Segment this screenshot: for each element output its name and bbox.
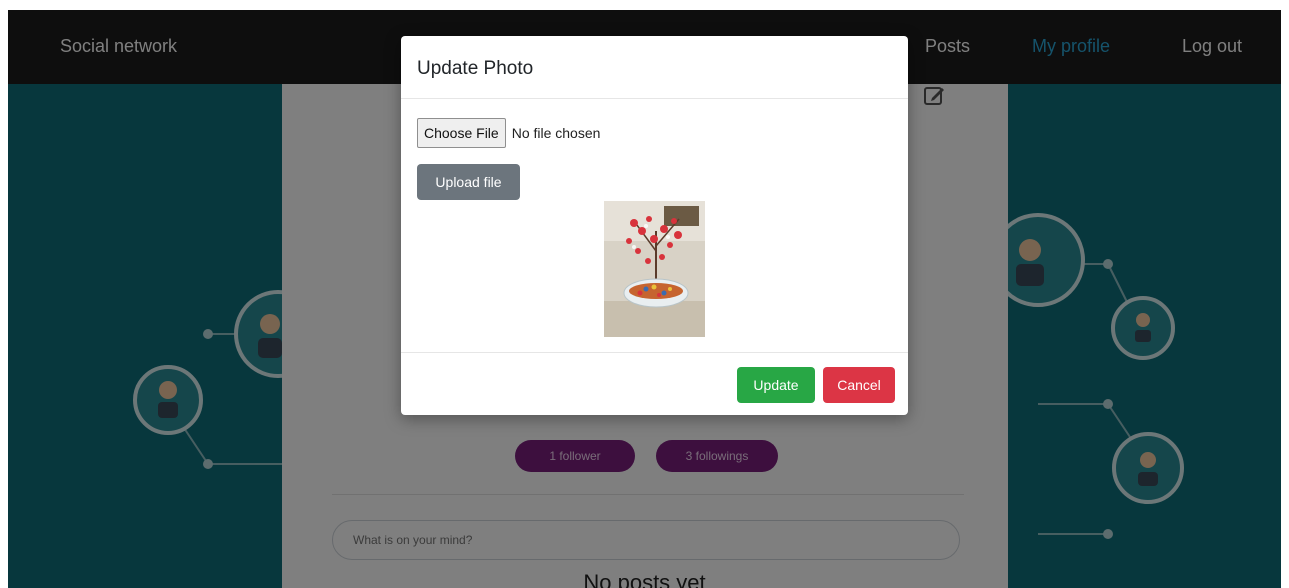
file-input: Choose File No file chosen [417, 118, 600, 148]
file-status-text: No file chosen [511, 125, 601, 141]
update-button[interactable]: Update [737, 367, 815, 403]
upload-file-button[interactable]: Upload file [417, 164, 520, 200]
choose-file-button[interactable]: Choose File [417, 118, 506, 148]
modal-footer: Update Cancel [401, 352, 908, 415]
photo-preview-image [604, 201, 705, 337]
modal-header: Update Photo [401, 36, 908, 99]
modal-title: Update Photo [417, 58, 534, 79]
cancel-button[interactable]: Cancel [823, 367, 895, 403]
update-photo-modal: Update Photo Choose File No file chosen … [401, 36, 908, 415]
app-window: Social network Posts My profile Log out … [8, 10, 1281, 588]
